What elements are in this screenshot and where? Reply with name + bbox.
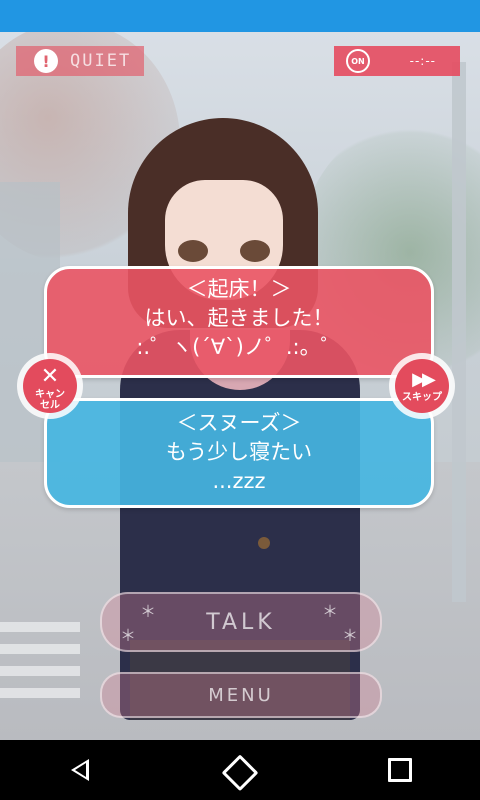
menu-label: MENU (208, 684, 274, 706)
wake-title: ＜起床！＞ (186, 277, 292, 301)
crosswalk-stripe (0, 644, 80, 654)
character-button (258, 537, 270, 549)
sparkle-icon: ＊ (342, 626, 359, 645)
skip-label: スキップ (402, 392, 442, 403)
wake-up-option[interactable]: ＜起床！＞ はい、起きました！ :.゜ヽ(´∀`)ノ゜.:。゜ (44, 266, 434, 378)
wake-emoticon: :.゜ヽ(´∀`)ノ゜.:。゜ (136, 335, 342, 359)
talk-label: TALK (206, 609, 276, 635)
quiet-mode-button[interactable]: ! QUIET (16, 46, 144, 76)
fast-forward-icon: ▶▶ (412, 369, 436, 390)
character-eye (240, 240, 270, 262)
navigation-bar (0, 740, 480, 800)
crosswalk-stripe (0, 622, 80, 632)
background-pole (452, 62, 466, 602)
sparkle-icon: ＊ (322, 602, 339, 621)
recents-icon (388, 758, 412, 782)
home-icon (221, 754, 259, 792)
skip-button[interactable]: ▶▶ スキップ (389, 353, 455, 419)
cancel-label-line1: キャン (35, 389, 65, 400)
menu-button[interactable]: MENU (100, 672, 382, 718)
sparkle-icon: ＊ (140, 602, 157, 621)
nav-home-button[interactable] (210, 745, 270, 795)
close-icon: ✕ (40, 364, 60, 389)
alarm-toggle-button[interactable]: ON --:-- (334, 46, 460, 76)
status-bar (0, 0, 480, 32)
info-icon: ! (34, 49, 58, 73)
character-eye (178, 240, 208, 262)
nav-recents-button[interactable] (370, 745, 430, 795)
back-icon (71, 759, 89, 781)
crosswalk-stripe (0, 688, 80, 698)
snooze-text: もう少し寝たい (165, 440, 313, 464)
sparkle-icon: ＊ (120, 626, 137, 645)
quiet-label: QUIET (70, 51, 132, 71)
alarm-clock-icon: ON (346, 49, 370, 73)
crosswalk-stripe (0, 666, 80, 676)
cancel-button[interactable]: ✕ キャン セル (17, 353, 83, 419)
snooze-subtext: ...zzz (212, 469, 266, 493)
snooze-title: ＜スヌーズ＞ (176, 411, 302, 435)
wake-text: はい、起きました！ (144, 306, 334, 330)
nav-back-button[interactable] (50, 745, 110, 795)
snooze-option[interactable]: ＜スヌーズ＞ もう少し寝たい ...zzz (44, 398, 434, 508)
alarm-time: --:-- (409, 54, 436, 68)
cancel-label-line2: セル (40, 400, 60, 411)
